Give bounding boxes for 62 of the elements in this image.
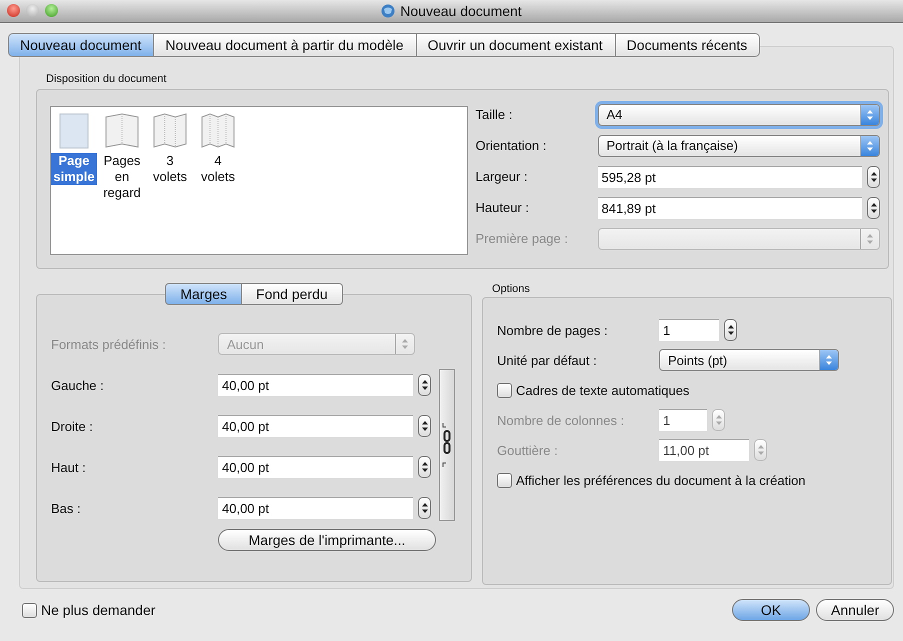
input-field[interactable]: 595,28 pt: [598, 166, 862, 188]
input-field[interactable]: 40,00 pt: [218, 415, 413, 437]
chain-link-button[interactable]: [439, 369, 455, 521]
globe-icon: [381, 4, 396, 18]
input-field[interactable]: 1: [659, 319, 719, 341]
dropdown[interactable]: Portrait (à la française): [598, 134, 880, 156]
stepper-arrows[interactable]: [867, 166, 880, 188]
layout-option[interactable]: Page simple: [51, 153, 97, 185]
field-label: Nombre de pages :: [497, 322, 609, 338]
field-label: Taille :: [476, 107, 514, 122]
checkbox[interactable]: [497, 382, 512, 398]
field-label: Gauche :: [51, 378, 105, 392]
close-button[interactable]: [7, 4, 20, 17]
field-label: Première page :: [476, 231, 569, 246]
layout-option[interactable]: 3 volets: [149, 153, 191, 185]
cancel-button[interactable]: Annuler: [816, 599, 894, 621]
field-label: Hauteur :: [476, 200, 530, 215]
input-field[interactable]: 841,89 pt: [598, 196, 862, 218]
segment-tab[interactable]: Fond perdu: [242, 283, 343, 305]
chain-icon: [442, 423, 452, 467]
checkbox-label: Cadres de texte automatiques: [516, 382, 690, 398]
group-title: Options: [491, 283, 531, 297]
checkbox-label: Ne plus demander: [41, 602, 156, 618]
dropdown-arrows-icon: [860, 104, 879, 124]
checkbox[interactable]: [22, 602, 37, 618]
dropdown-arrows-icon: [819, 350, 838, 370]
stepper-arrows[interactable]: [418, 456, 431, 478]
input-field[interactable]: 40,00 pt: [218, 497, 413, 519]
layout-option[interactable]: 4 volets: [197, 153, 239, 185]
checkbox[interactable]: [497, 472, 512, 488]
folded-page-icon: [200, 113, 236, 149]
group-title: Disposition du document: [45, 73, 168, 87]
field-label: Bas :: [51, 500, 82, 516]
stepper-arrows[interactable]: [418, 497, 431, 519]
field-label: Largeur :: [476, 169, 529, 184]
tab[interactable]: Ouvrir un document existant: [416, 33, 616, 57]
tab[interactable]: Nouveau document: [8, 33, 154, 57]
input-field[interactable]: 40,00 pt: [218, 374, 413, 396]
printer-margins-button[interactable]: Marges de l'imprimante...: [218, 529, 436, 551]
stepper-arrows[interactable]: [418, 415, 431, 437]
field-label: Formats prédéfinis :: [51, 336, 167, 352]
field-label: Droite :: [51, 418, 94, 434]
field-label: Haut :: [51, 460, 87, 474]
segment-tab[interactable]: Marges: [165, 283, 242, 305]
stepper-arrows[interactable]: [867, 196, 880, 218]
tab[interactable]: Documents récents: [616, 33, 760, 57]
dropdown-arrows-icon: [860, 136, 879, 156]
stepper-arrows[interactable]: [724, 319, 737, 341]
field-label: Orientation :: [476, 138, 548, 153]
window-title: Nouveau document: [400, 3, 522, 19]
dropdown[interactable]: Points (pt): [659, 349, 839, 371]
input-field[interactable]: 40,00 pt: [218, 456, 413, 478]
folded-page-icon: [104, 113, 140, 149]
layout-option[interactable]: Pages en regard: [101, 153, 143, 201]
field-label: Unité par défaut :: [497, 352, 598, 368]
checkbox-label: Afficher les préférences du document à la création: [516, 472, 806, 488]
tab[interactable]: Nouveau document à partir du modèle: [154, 33, 417, 57]
field-label: Nombre de colonnes :: [497, 412, 626, 428]
ok-button[interactable]: OK: [732, 599, 810, 621]
folded-page-icon: [152, 113, 188, 149]
field-label: Gouttière :: [497, 442, 559, 458]
stepper-arrows[interactable]: [418, 374, 431, 396]
